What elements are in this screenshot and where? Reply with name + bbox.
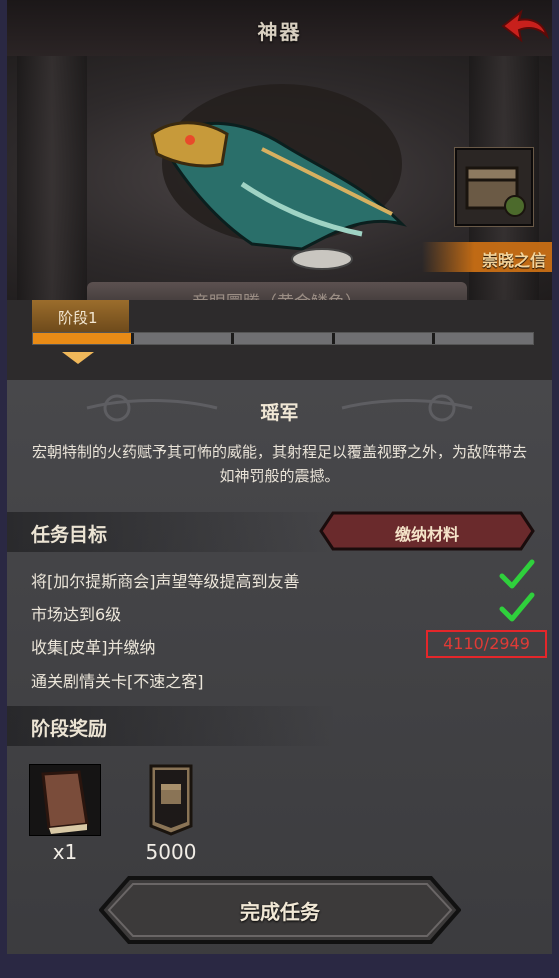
task-item: 通关剧情关卡[不速之客] bbox=[31, 672, 204, 691]
task-item: 收集[皮革]并缴纳 bbox=[31, 638, 156, 657]
complete-task-label: 完成任务 bbox=[240, 900, 320, 924]
reward-qty: x1 bbox=[52, 840, 78, 864]
stage-detail: 瑶军 宏朝特制的火药赋予其可怖的威能，其射程足以覆盖视野之外，为敌阵带去如神罚般… bbox=[7, 380, 552, 978]
progress-segment bbox=[435, 333, 533, 344]
stage-tab-label: 阶段1 bbox=[58, 309, 98, 327]
book-icon bbox=[28, 763, 102, 837]
artifact-showcase: 崇晓之信 帝眼圜腾（黄金鳞鱼） bbox=[7, 56, 552, 300]
title-bar: 神器 bbox=[7, 0, 552, 58]
bottom-bar bbox=[7, 954, 552, 978]
material-count-box: 4110/2949 bbox=[426, 630, 547, 658]
back-button[interactable] bbox=[501, 8, 550, 48]
progress-segment bbox=[334, 333, 433, 344]
item-name: 瑶军 bbox=[260, 402, 299, 424]
rewards-section-header: 阶段奖励 bbox=[7, 706, 337, 746]
tasks-heading: 任务目标 bbox=[31, 524, 108, 546]
belief-label: 崇晓之信 bbox=[481, 251, 546, 270]
tab-stage-1[interactable]: 阶段1 bbox=[32, 300, 129, 332]
check-icon bbox=[499, 592, 535, 622]
reward-qty: 5000 bbox=[145, 840, 197, 864]
tasks-section-header: 任务目标 bbox=[7, 512, 337, 552]
stage-marker-icon bbox=[62, 352, 94, 364]
back-arrow-icon bbox=[501, 9, 550, 43]
artifact-name-plate: 帝眼圜腾（黄金鳞鱼） bbox=[87, 282, 467, 300]
task-item: 将[加尔提斯商会]声望等级提高到友善 bbox=[31, 572, 300, 591]
complete-task-button[interactable]: 完成任务 bbox=[99, 876, 461, 944]
treasure-chest-icon[interactable] bbox=[455, 148, 533, 226]
progress-segment bbox=[33, 333, 131, 344]
stage-progress-bar bbox=[32, 332, 534, 345]
rewards-heading: 阶段奖励 bbox=[31, 718, 108, 740]
reward-book[interactable] bbox=[28, 763, 102, 837]
artifact-panel: 神器 崇晓之信 帝眼圜腾（ bbox=[7, 0, 552, 978]
task-item: 市场达到6级 bbox=[31, 605, 122, 624]
artifact-name: 帝眼圜腾（黄金鳞鱼） bbox=[87, 288, 467, 300]
progress-segment bbox=[133, 333, 232, 344]
progress-segment bbox=[234, 333, 332, 344]
chest-banner-icon bbox=[149, 764, 193, 836]
belief-label-bar: 崇晓之信 bbox=[422, 242, 552, 272]
stage-progress-area: 阶段1 bbox=[7, 300, 552, 380]
pillar-left bbox=[17, 56, 87, 300]
reward-currency[interactable] bbox=[135, 764, 207, 836]
material-count: 4110/2949 bbox=[443, 634, 530, 653]
page-title: 神器 bbox=[257, 20, 302, 44]
dragon-cannon-artifact-icon bbox=[150, 84, 407, 270]
check-icon bbox=[499, 559, 535, 589]
submit-materials-button[interactable]: 缴纳材料 bbox=[319, 511, 535, 551]
item-description: 宏朝特制的火药赋予其可怖的威能，其射程足以覆盖视野之外，为敌阵带去如神罚般的震撼… bbox=[32, 443, 528, 485]
submit-materials-label: 缴纳材料 bbox=[394, 525, 459, 544]
